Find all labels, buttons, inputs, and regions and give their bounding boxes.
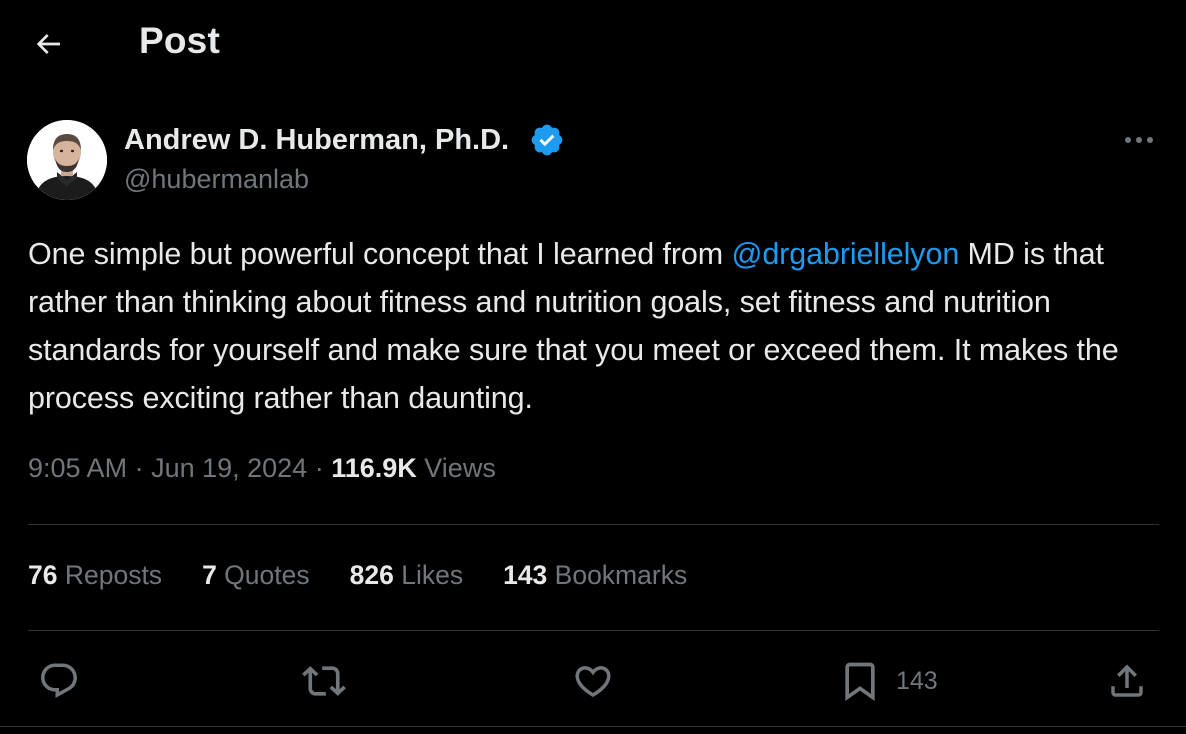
more-horizontal-icon	[1125, 137, 1153, 143]
verified-badge[interactable]	[529, 122, 565, 158]
reposts-count: 76	[28, 560, 58, 590]
share-icon	[1111, 664, 1143, 697]
quotes-label: Quotes	[216, 560, 310, 590]
author-name[interactable]: Andrew D. Huberman, Ph.D.	[124, 124, 509, 157]
page-title: Post	[139, 20, 220, 61]
back-button[interactable]	[26, 24, 70, 64]
tweet-text: One simple but powerful concept that I l…	[28, 230, 1168, 422]
divider	[28, 630, 1159, 631]
views-label: Views	[416, 453, 496, 483]
likes-stat[interactable]: 826 Likes	[350, 560, 463, 591]
reposts-stat[interactable]: 76 Reposts	[28, 560, 162, 591]
tweet-text-before: One simple but powerful concept that I l…	[28, 237, 732, 271]
header: Post	[0, 0, 1186, 88]
avatar-photo	[27, 120, 107, 200]
engagement-stats: 76 Reposts 7 Quotes 826 Likes 143 Bookma…	[28, 560, 727, 591]
mention-link[interactable]: @drgabriellelyon	[731, 237, 959, 271]
bookmarks-count: 143	[503, 560, 548, 590]
more-options-button[interactable]	[1117, 124, 1161, 156]
reply-button[interactable]	[38, 656, 80, 706]
heart-icon	[575, 666, 611, 698]
repost-button[interactable]	[302, 656, 346, 706]
avatar[interactable]	[27, 120, 107, 200]
bookmark-count: 143	[896, 666, 938, 695]
bookmarks-label: Bookmarks	[547, 560, 688, 590]
tweet-time[interactable]: 9:05 AM	[28, 453, 127, 483]
views-count: 116.9K	[331, 453, 417, 483]
bookmark-icon	[845, 662, 875, 702]
like-button[interactable]	[572, 656, 614, 706]
arrow-left-icon	[36, 34, 60, 54]
meta-separator: ·	[127, 453, 152, 483]
tweet-date[interactable]: Jun 19, 2024	[151, 453, 307, 483]
reposts-label: Reposts	[57, 560, 163, 590]
share-button[interactable]	[1106, 656, 1148, 706]
divider	[28, 524, 1159, 525]
repost-icon	[302, 666, 346, 696]
verified-badge-icon	[531, 124, 563, 156]
author-handle[interactable]: @hubermanlab	[124, 164, 309, 195]
bookmarks-stat[interactable]: 143 Bookmarks	[503, 560, 687, 591]
quotes-count: 7	[202, 560, 217, 590]
bottom-divider	[0, 726, 1186, 727]
reply-icon	[41, 663, 77, 698]
bookmark-button[interactable]: 143	[838, 656, 938, 706]
quotes-stat[interactable]: 7 Quotes	[202, 560, 310, 591]
meta-separator: ·	[307, 453, 332, 483]
likes-count: 826	[349, 560, 394, 590]
tweet-meta: 9:05 AM · Jun 19, 2024 · 116.9K Views	[28, 453, 496, 484]
likes-label: Likes	[393, 560, 464, 590]
